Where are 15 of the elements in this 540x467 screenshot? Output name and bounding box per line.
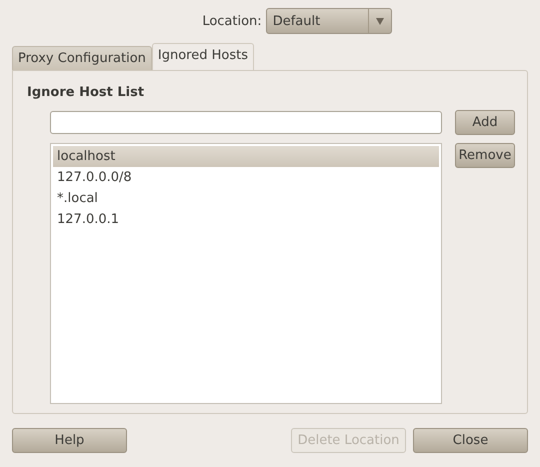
button[interactable]: Remove xyxy=(455,143,515,168)
list-item[interactable]: *.local xyxy=(53,188,439,209)
tab[interactable]: Proxy Configuration xyxy=(12,46,152,70)
location-dropdown[interactable]: Default xyxy=(266,8,392,34)
button[interactable]: Add xyxy=(455,110,515,135)
section-heading: Ignore Host List xyxy=(27,85,146,100)
list-item[interactable]: localhost xyxy=(53,146,439,167)
list-item[interactable]: 127.0.0.0/8 xyxy=(53,167,439,188)
list-item[interactable]: 127.0.0.1 xyxy=(53,209,439,230)
button[interactable]: Help xyxy=(12,428,127,453)
location-label: Location: xyxy=(202,14,262,28)
button[interactable]: Close xyxy=(413,428,528,453)
host-input-field[interactable] xyxy=(50,111,442,134)
dropdown-arrow-icon xyxy=(376,18,384,24)
tab[interactable]: Ignored Hosts xyxy=(152,43,254,70)
